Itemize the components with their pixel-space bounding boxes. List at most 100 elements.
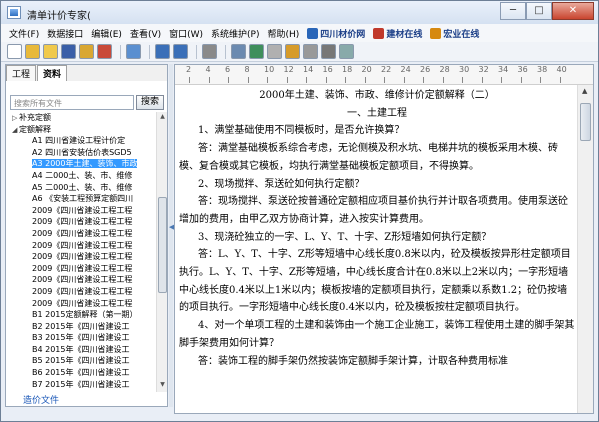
- tree-node-label: 2009《四川省建设工程工程: [32, 228, 133, 238]
- tree-node[interactable]: 2009《四川省建设工程工程: [6, 216, 154, 228]
- tree-node[interactable]: ▷ 补充定额: [6, 112, 154, 124]
- ruler-mark: 30: [459, 65, 470, 74]
- tree-node[interactable]: 2009《四川省建设工程工程: [6, 298, 154, 310]
- ruler-tick: [501, 77, 502, 83]
- lock-icon[interactable]: [267, 44, 282, 59]
- tree-node[interactable]: B1 2015定额解释（第一期）: [6, 309, 154, 321]
- tree-node[interactable]: B4 2015年《四川省建设工: [6, 344, 154, 356]
- panel-splitter[interactable]: ◀: [169, 64, 174, 407]
- ruler-mark: 32: [478, 65, 489, 74]
- scroll-up-icon[interactable]: ▲: [582, 87, 587, 95]
- menu-item-2[interactable]: 编辑(E): [87, 27, 126, 40]
- tree-node-label: 补充定额: [19, 113, 51, 122]
- menu-item-0[interactable]: 文件(F): [5, 27, 43, 40]
- ruler-tick: [267, 77, 268, 83]
- app-window: 清单计价专家( ─ □ ✕ 文件(F) 数据接口 编辑(E) 查看(V) 窗口(W) 系统…: [0, 0, 599, 422]
- open-file-icon[interactable]: [43, 44, 58, 59]
- tree-node[interactable]: A4 二000土、装、市、维修: [6, 170, 154, 182]
- tree-node[interactable]: 2009《四川省建设工程工程: [6, 263, 154, 275]
- ruler-tick: [345, 77, 346, 83]
- tree-node[interactable]: A1 四川省建设工程计价定: [6, 135, 154, 147]
- document-paragraph: 答：现场搅拌、泵送砼按普通砼定额相应项目基价执行并计取各项费用。使用泵送砼增加的…: [179, 196, 568, 225]
- ruler-mark: 22: [381, 65, 392, 74]
- toolbar: [1, 42, 598, 62]
- tree-node[interactable]: B6 2015年《四川省建设工: [6, 367, 154, 379]
- tree-node[interactable]: 2009《四川省建设工程工程: [6, 240, 154, 252]
- tree-node-label: 定额解释: [19, 124, 51, 134]
- tree-node-label: A1 四川省建设工程计价定: [32, 136, 126, 146]
- ruler-mark: 36: [517, 65, 528, 74]
- menu-link-2[interactable]: 宏业在线: [426, 27, 483, 40]
- options-icon[interactable]: [339, 44, 354, 59]
- open-folder-icon[interactable]: [25, 44, 40, 59]
- tree-scrollbar[interactable]: ▲ ▼: [156, 112, 167, 392]
- menu-item-5[interactable]: 系统维护(P): [207, 27, 263, 40]
- menu-item-1[interactable]: 数据接口: [43, 27, 87, 40]
- tree-node[interactable]: 2009《四川省建设工程工程: [6, 228, 154, 240]
- menu-link-1[interactable]: 建材在线: [369, 27, 426, 40]
- menu-link-label: 四川材价网: [320, 29, 366, 40]
- minimize-button[interactable]: ─: [500, 2, 526, 20]
- tree-node[interactable]: A3 2000年土建、装饰、市政: [6, 158, 154, 170]
- ruler-tick: [462, 77, 463, 83]
- ruler-mark: 10: [264, 65, 275, 74]
- close-button[interactable]: ✕: [552, 2, 594, 20]
- tree-node[interactable]: 2009《四川省建设工程工程: [6, 274, 154, 286]
- tree-scroll-thumb[interactable]: [158, 197, 167, 293]
- undo-icon[interactable]: [155, 44, 170, 59]
- export-icon[interactable]: [97, 44, 112, 59]
- save-icon[interactable]: [61, 44, 76, 59]
- tree-node[interactable]: 2009《四川省建设工程工程: [6, 251, 154, 263]
- tree-node[interactable]: B2 2015年《四川省建设工: [6, 321, 154, 333]
- tree-node[interactable]: B5 2015年《四川省建设工: [6, 355, 154, 367]
- search-button[interactable]: 搜索: [136, 95, 164, 110]
- tab-cost-files[interactable]: 造价文件: [16, 393, 66, 407]
- menu-link-0[interactable]: 四川材价网: [303, 27, 369, 40]
- font-icon[interactable]: [303, 44, 318, 59]
- ruler-tick: [306, 77, 307, 83]
- document-paragraph: 3、现浇砼独立的一字、L、Y、T、十字、Z形短墙如何执行定额？: [198, 231, 492, 243]
- tree-node[interactable]: ◢ 定额解释: [6, 124, 154, 136]
- print-icon[interactable]: [231, 44, 246, 59]
- tree-node[interactable]: A5 二000土、装、市、维修: [6, 182, 154, 194]
- align-icon[interactable]: [321, 44, 336, 59]
- tree-node[interactable]: 2009《四川省建设工程工程: [6, 286, 154, 298]
- left-tabs: 工程 资料: [6, 65, 167, 81]
- tree-node[interactable]: B3 2015年《四川省建设工: [6, 332, 154, 344]
- tree-node[interactable]: A2 四川省安装估价表SGD5: [6, 147, 154, 159]
- menu-item-4[interactable]: 窗口(W): [165, 27, 207, 40]
- ruler-tick: [403, 77, 405, 83]
- save-all-icon[interactable]: [79, 44, 94, 59]
- document-scrollbar[interactable]: ▲: [577, 85, 593, 413]
- tab-1[interactable]: 资料: [37, 65, 68, 81]
- document-content: 2000年土建、装饰、市政、维修计价定额解释（二） 一、土建工程 1、满堂基础使用不…: [179, 87, 575, 413]
- redo-icon[interactable]: [173, 44, 188, 59]
- search-input[interactable]: 搜索所有文件: [10, 95, 134, 110]
- maximize-button[interactable]: □: [526, 2, 552, 20]
- menu-item-6[interactable]: 帮助(H): [264, 27, 304, 40]
- tree-node[interactable]: B7 2015年《四川省建设工: [6, 379, 154, 391]
- ruler-mark: 14: [303, 65, 314, 74]
- ruler-tick: [247, 77, 249, 83]
- user-icon[interactable]: [285, 44, 300, 59]
- scroll-down-icon[interactable]: ▼: [158, 381, 167, 391]
- title-bar: 清单计价专家( ─ □ ✕: [1, 1, 598, 24]
- scroll-up-icon[interactable]: ▲: [158, 113, 167, 123]
- ruler-tick: [189, 77, 190, 83]
- ruler-tick: [325, 77, 327, 83]
- ruler-tick: [559, 77, 561, 83]
- refresh-icon[interactable]: [249, 44, 264, 59]
- tree-node[interactable]: 2009《四川省建设工程工程: [6, 205, 154, 217]
- swirl-icon: [373, 27, 385, 39]
- tab-0[interactable]: 工程: [6, 65, 37, 81]
- document-scroll-thumb[interactable]: [580, 103, 591, 141]
- document-heading: 2000年土建、装饰、市政、维修计价定额解释（二）: [259, 90, 495, 101]
- menu-item-3[interactable]: 查看(V): [126, 27, 165, 40]
- stop-icon[interactable]: [202, 44, 217, 59]
- window-title: 清单计价专家(: [27, 11, 91, 22]
- ruler-tick: [481, 77, 483, 83]
- tree-node[interactable]: A6 《安装工程预算定额四川: [6, 193, 154, 205]
- ruler-mark: 34: [498, 65, 509, 74]
- calc-settings-icon[interactable]: [126, 44, 141, 59]
- new-doc-icon[interactable]: [7, 44, 22, 59]
